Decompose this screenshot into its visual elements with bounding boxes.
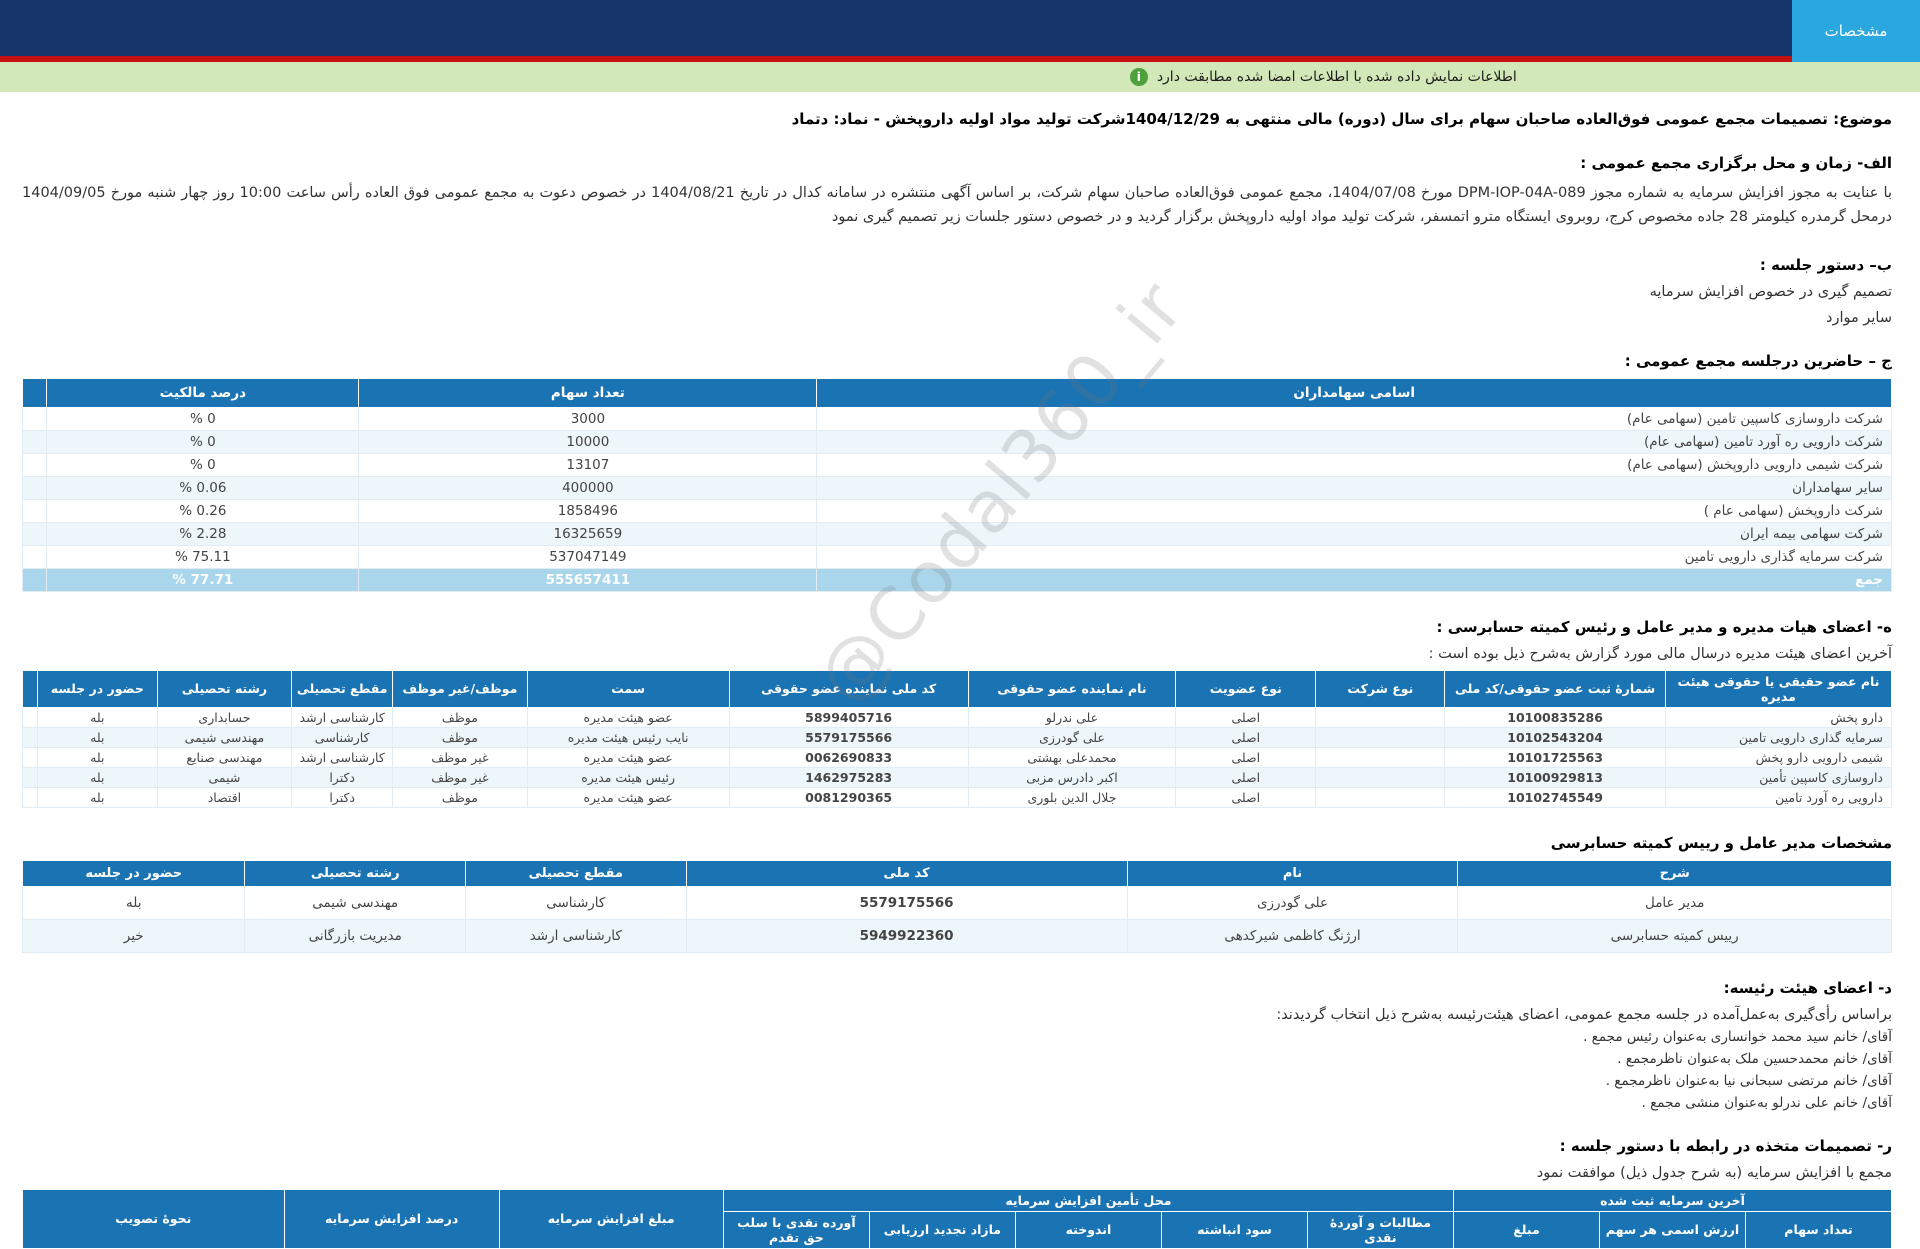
col-shareholders: اسامی سهامداران <box>816 377 1892 408</box>
group-registered-capital: آخرین سرمایه ثبت شده <box>1452 1188 1893 1212</box>
manager-table: شرح نام کد ملی مقطع تحصیلی رشته تحصیلی ح… <box>21 859 1892 953</box>
manager-section-heading: مشخصات مدیر عامل و رییس کمیته حسابرسی <box>1550 833 1892 852</box>
col-ownership-percent: درصد مالکیت <box>46 377 360 408</box>
table-header-row: شرح نام کد ملی مقطع تحصیلی رشته تحصیلی ح… <box>21 859 1892 887</box>
col-degree: مقطع تحصیلی <box>291 669 394 708</box>
col-attendance: حضور در جلسه <box>37 669 158 708</box>
table-header-row: آخرین سرمایه ثبت شده محل تأمین افزایش سر… <box>22 1188 1893 1249</box>
section-a-body: با عنایت به مجوز افزایش سرمایه به شماره … <box>22 185 1892 225</box>
page: { "header": { "tab_label": "مشخصات" }, "… <box>0 0 1920 1249</box>
section-r-heading: ر- تصمیمات متخذه در رابطه با دستور جلسه … <box>1559 1136 1892 1155</box>
col-representative-name: نام نماینده عضو حقوقی <box>967 669 1177 708</box>
signature-notice: اطلاعات نمایش داده شده با اطلاعات امضا ش… <box>1129 62 1517 92</box>
col-field: رشته تحصیلی <box>244 859 466 887</box>
table-row: سرمایه گذاری دارویی تامین 10102543204 اص… <box>21 726 1893 748</box>
col-cash-without-preemptive: آورده نقدی با سلب حق تقدم <box>722 1210 870 1249</box>
table-header-row: نام عضو حقیقی یا حقوقی هیئت مدیره شمارهٔ… <box>21 669 1893 708</box>
col-executive-status: موظف/غیر موظف <box>392 669 528 708</box>
presidium-member: آقای/ خانم محمدحسین ملک به‌عنوان ناظرمجم… <box>1617 1050 1892 1067</box>
subject-line: موضوع: تصمیمات مجمع عمومی فوق‌العاده صاح… <box>791 110 1892 128</box>
col-membership-type: نوع عضویت <box>1175 669 1317 708</box>
col-share-count: تعداد سهام <box>1744 1210 1893 1249</box>
col-shares: تعداد سهام <box>358 377 818 408</box>
col-member-name: نام عضو حقیقی یا حقوقی هیئت مدیره <box>1664 669 1893 708</box>
top-bar: مشخصات <box>0 0 1920 62</box>
col-increase-percent: درصد افزایش سرمایه <box>283 1188 500 1249</box>
section-r-subtitle: مجمع با افزایش سرمایه (به شرح جدول ذیل) … <box>1536 1164 1892 1181</box>
col-amount: مبلغ <box>1452 1210 1600 1249</box>
presidium-member: آقای/ خانم مرتضی سبحانی نیا به‌عنوان ناظ… <box>1605 1072 1892 1089</box>
table-row: شیمی دارویی دارو پخش 10101725563 اصلی مح… <box>21 746 1893 768</box>
info-icon: i <box>1129 68 1148 86</box>
table-row: رییس کمیته حسابرسی ارژنگ کاظمی شیرکدهی 5… <box>21 918 1892 953</box>
col-revaluation-surplus: مازاد تجدید ارزیابی <box>868 1210 1016 1249</box>
capital-increase-table: آخرین سرمایه ثبت شده محل تأمین افزایش سر… <box>22 1188 1893 1249</box>
col-national-id: کد ملی <box>685 859 1128 887</box>
col-representative-id: کد ملی نماینده عضو حقوقی <box>728 669 969 708</box>
table-row: دارو پخش 10100835286 اصلی علی ندرلو 5899… <box>21 706 1893 728</box>
table-row: شرکت شیمی دارویی داروپخش (سهامی عام) 131… <box>21 452 1892 477</box>
col-field: رشته تحصیلی <box>156 669 293 708</box>
presidium-member: آقای/ خانم سید محمد خوانساری به‌عنوان رئ… <box>1583 1028 1892 1045</box>
table-header-row: اسامی سهامداران تعداد سهام درصد مالکیت <box>21 377 1892 408</box>
col-attendance: حضور در جلسه <box>21 859 246 887</box>
table-row: مدیر عامل علی گودرزی 5579175566 کارشناسی… <box>21 885 1892 920</box>
table-row: سایر سهامداران 400000 % 0.06 <box>21 475 1892 500</box>
col-company-type: نوع شرکت <box>1315 669 1446 708</box>
total-row: جمع 555657411 % 77.71 <box>21 567 1892 592</box>
tab-details[interactable]: مشخصات <box>1792 0 1920 62</box>
col-reserves: اندوخته <box>1014 1210 1162 1249</box>
table-row: داروسازی کاسپین تأمین 10100929813 اصلی ا… <box>21 766 1893 788</box>
spacer-cell <box>21 377 48 408</box>
agenda-item: تصمیم گیری در خصوص افزایش سرمایه <box>1649 283 1892 300</box>
table-row: شرکت داروپخش (سهامی عام ) 1858496 % 0.26 <box>21 498 1892 523</box>
section-d-subtitle: براساس رأی‌گیری به‌عمل‌آمده در جلسه مجمع… <box>1276 1006 1892 1023</box>
agenda-item: سایر موارد <box>1826 309 1892 326</box>
document-body: @Codal360_ir موضوع: تصمیمات مجمع عمومی ف… <box>0 110 1920 1249</box>
section-e-subtitle: آخرین اعضای هیئت مدیره درسال مالی مورد گ… <box>1428 645 1892 662</box>
col-approval-method: نحوهٔ تصویب <box>22 1188 285 1249</box>
col-receivables-cash: مطالبات و آوردهٔ نقدی <box>1306 1210 1454 1249</box>
presidium-member: آقای/ خانم علی ندرلو به‌عنوان منشی مجمع … <box>1641 1094 1893 1111</box>
col-degree: مقطع تحصیلی <box>464 859 687 887</box>
section-e-heading: ه- اعضای هیات مدیره و مدیر عامل و رئیس ک… <box>1436 617 1892 636</box>
signature-notice-bar: اطلاعات نمایش داده شده با اطلاعات امضا ش… <box>0 62 1920 92</box>
col-description: شرح <box>1457 859 1892 887</box>
table-row: شرکت دارویی ره آورد تامین (سهامی عام) 10… <box>21 429 1892 454</box>
section-c-heading: ج – حاضرین درجلسه مجمع عمومی : <box>1624 351 1892 370</box>
col-position: سمت <box>526 669 730 708</box>
spacer-cell <box>21 669 39 708</box>
section-b-heading: ب– دستور جلسه : <box>1759 255 1892 274</box>
board-members-table: نام عضو حقیقی یا حقوقی هیئت مدیره شمارهٔ… <box>21 669 1893 808</box>
attendees-table: اسامی سهامداران تعداد سهام درصد مالکیت ش… <box>21 377 1892 592</box>
col-nominal-value: ارزش اسمی هر سهم <box>1598 1210 1746 1249</box>
col-registration-id: شمارهٔ ثبت عضو حقوقی/کد ملی <box>1444 669 1666 708</box>
section-d-heading: د- اعضای هیئت رئیسه: <box>1723 978 1892 997</box>
group-increase-source: محل تأمین افزایش سرمایه <box>722 1188 1454 1212</box>
table-row: شرکت داروسازی کاسپین تامین (سهامی عام) 3… <box>21 406 1892 431</box>
table-row: شرکت سهامی بیمه ایران 16325659 % 2.28 <box>21 521 1892 546</box>
signature-notice-text: اطلاعات نمایش داده شده با اطلاعات امضا ش… <box>1156 69 1517 85</box>
col-retained-earnings: سود انباشته <box>1160 1210 1308 1249</box>
col-increase-amount: مبلغ افزایش سرمایه <box>498 1188 724 1249</box>
section-a-heading: الف- زمان و محل برگزاری مجمع عمومی : <box>1580 154 1892 172</box>
table-row: شرکت سرمایه گذاری دارویی تامین 537047149… <box>21 544 1892 569</box>
col-name: نام <box>1126 859 1459 887</box>
table-row: دارویی ره آورد تامین 10102745549 اصلی جل… <box>21 786 1893 808</box>
